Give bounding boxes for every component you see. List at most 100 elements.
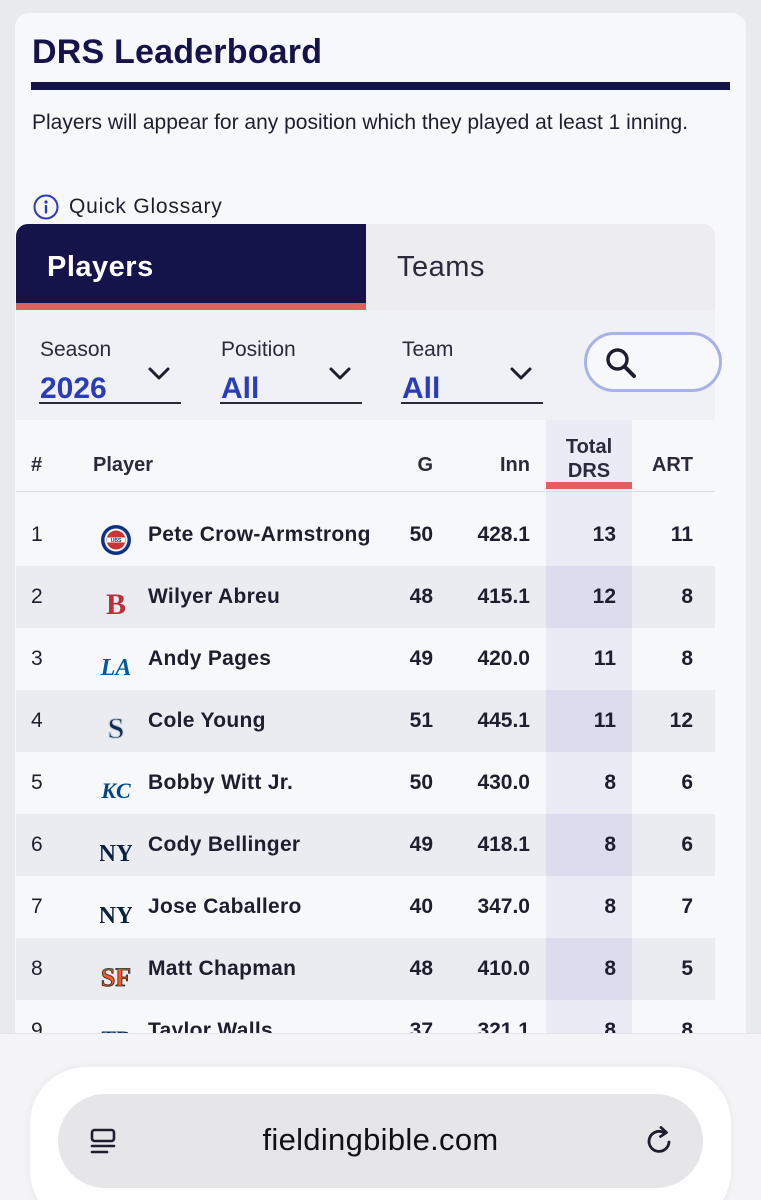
position-label: Position bbox=[221, 338, 296, 361]
filter-bar: Season 2026 Position All Team All bbox=[16, 310, 722, 420]
team-label: Team bbox=[402, 338, 454, 361]
art-cell: 6 bbox=[681, 771, 693, 794]
games-cell: 50 bbox=[409, 523, 433, 546]
games-cell: 49 bbox=[409, 647, 433, 670]
search-icon bbox=[606, 348, 636, 378]
innings-cell: 410.0 bbox=[477, 957, 530, 980]
chevron-down-icon bbox=[148, 367, 170, 380]
svg-text:S: S bbox=[108, 712, 125, 742]
table-row[interactable]: 4 S Cole Young 51 445.1 11 12 bbox=[16, 690, 715, 752]
art-cell: 5 bbox=[681, 957, 693, 980]
games-cell: 40 bbox=[409, 895, 433, 918]
title-divider bbox=[31, 82, 730, 90]
table-row[interactable]: 1 UBS Pete Crow-Armstrong 50 428.1 13 11 bbox=[16, 504, 715, 566]
player-name-link[interactable]: Wilyer Abreu bbox=[148, 566, 280, 628]
col-rank-header[interactable]: # bbox=[31, 454, 42, 477]
art-cell: 6 bbox=[681, 833, 693, 856]
svg-text:KC: KC bbox=[100, 778, 131, 803]
tab-players[interactable]: Players bbox=[16, 224, 366, 310]
player-name-link[interactable]: Cole Young bbox=[148, 690, 266, 752]
col-g-header[interactable]: G bbox=[371, 454, 433, 477]
art-cell: 12 bbox=[669, 709, 693, 732]
games-cell: 49 bbox=[409, 833, 433, 856]
rank-cell: 6 bbox=[31, 833, 43, 856]
col-inn-header[interactable]: Inn bbox=[456, 454, 530, 477]
art-cell: 8 bbox=[681, 585, 693, 608]
player-name-link[interactable]: Cody Bellinger bbox=[148, 814, 300, 876]
table-row[interactable]: 3 LA Andy Pages 49 420.0 11 8 bbox=[16, 628, 715, 690]
chevron-down-icon bbox=[329, 367, 351, 380]
rank-cell: 5 bbox=[31, 771, 43, 794]
rank-cell: 7 bbox=[31, 895, 43, 918]
info-icon bbox=[33, 194, 59, 220]
player-name-link[interactable]: Bobby Witt Jr. bbox=[148, 752, 293, 814]
position-select[interactable]: Position All bbox=[220, 328, 362, 405]
page-title: DRS Leaderboard bbox=[32, 33, 323, 71]
view-tabs: Players Teams bbox=[16, 224, 715, 310]
games-cell: 51 bbox=[409, 709, 433, 732]
rank-cell: 3 bbox=[31, 647, 43, 670]
col-art-header[interactable]: ART bbox=[636, 454, 693, 477]
col-total-drs-header-line1[interactable]: Total bbox=[546, 436, 632, 459]
url-text: fieldingbible.com bbox=[262, 1122, 499, 1157]
table-row[interactable]: 6 NY Cody Bellinger 49 418.1 8 6 bbox=[16, 814, 715, 876]
total-drs-cell: 8 bbox=[604, 771, 616, 794]
team-value: All bbox=[402, 372, 441, 405]
innings-cell: 420.0 bbox=[477, 647, 530, 670]
position-value: All bbox=[221, 372, 260, 405]
quick-glossary-link[interactable]: Quick Glossary bbox=[33, 193, 223, 221]
leaderboard-table: # Player G Inn Total DRS ART 1 UBS Pete Cr… bbox=[16, 420, 715, 1060]
innings-cell: 347.0 bbox=[477, 895, 530, 918]
table-row[interactable]: 7 NY Jose Caballero 40 347.0 8 7 bbox=[16, 876, 715, 938]
games-cell: 48 bbox=[409, 957, 433, 980]
total-drs-cell: 8 bbox=[604, 833, 616, 856]
player-name-link[interactable]: Pete Crow-Armstrong bbox=[148, 504, 371, 566]
col-player-header[interactable]: Player bbox=[93, 454, 153, 477]
rank-cell: 4 bbox=[31, 709, 43, 732]
art-cell: 7 bbox=[681, 895, 693, 918]
intro-text: Players will appear for any position whi… bbox=[32, 111, 689, 134]
player-name-link[interactable]: Jose Caballero bbox=[148, 876, 302, 938]
mariners-logo-icon: S bbox=[100, 705, 132, 746]
total-drs-cell: 12 bbox=[592, 585, 616, 608]
col-total-drs-header-line2[interactable]: DRS bbox=[546, 460, 632, 483]
page: DRS Leaderboard Players will appear for … bbox=[0, 0, 761, 1200]
total-drs-cell: 8 bbox=[604, 957, 616, 980]
art-cell: 11 bbox=[670, 523, 693, 546]
yankees-logo-icon: NY bbox=[99, 891, 134, 929]
royals-logo-icon: KC bbox=[100, 767, 132, 803]
red-sox-logo-icon: B bbox=[100, 581, 132, 621]
dodgers-logo-icon: LA bbox=[100, 643, 132, 681]
svg-text:SF: SF bbox=[101, 963, 131, 990]
total-drs-cell: 13 bbox=[592, 523, 616, 546]
total-drs-cell: 11 bbox=[593, 647, 616, 670]
tab-teams[interactable]: Teams bbox=[366, 224, 715, 310]
innings-cell: 418.1 bbox=[477, 833, 530, 856]
svg-text:NY: NY bbox=[100, 841, 132, 866]
games-cell: 48 bbox=[409, 585, 433, 608]
cubs-logo-icon: UBS bbox=[100, 519, 132, 555]
player-name-link[interactable]: Matt Chapman bbox=[148, 938, 296, 1000]
games-cell: 50 bbox=[409, 771, 433, 794]
chevron-down-icon bbox=[510, 367, 532, 380]
player-search-input[interactable] bbox=[584, 332, 722, 392]
table-row[interactable]: 8 SF Matt Chapman 48 410.0 8 5 bbox=[16, 938, 715, 1000]
svg-text:LA: LA bbox=[100, 655, 131, 680]
innings-cell: 430.0 bbox=[477, 771, 530, 794]
table-row[interactable]: 2 B Wilyer Abreu 48 415.1 12 8 bbox=[16, 566, 715, 628]
rank-cell: 2 bbox=[31, 585, 43, 608]
innings-cell: 445.1 bbox=[477, 709, 530, 732]
innings-cell: 415.1 bbox=[477, 585, 530, 608]
player-name-link[interactable]: Andy Pages bbox=[148, 628, 271, 690]
table-row[interactable]: 5 KC Bobby Witt Jr. 50 430.0 8 6 bbox=[16, 752, 715, 814]
sorted-column-indicator bbox=[546, 482, 632, 489]
yankees-logo-icon: NY bbox=[99, 829, 134, 867]
giants-logo-icon: SF bbox=[100, 953, 132, 993]
svg-text:NY: NY bbox=[100, 903, 132, 928]
reload-icon[interactable] bbox=[643, 1124, 677, 1158]
art-cell: 8 bbox=[681, 647, 693, 670]
season-select[interactable]: Season 2026 bbox=[39, 328, 181, 405]
rank-cell: 8 bbox=[31, 957, 43, 980]
team-select[interactable]: Team All bbox=[401, 328, 543, 405]
address-bar[interactable]: fieldingbible.com bbox=[58, 1094, 703, 1188]
